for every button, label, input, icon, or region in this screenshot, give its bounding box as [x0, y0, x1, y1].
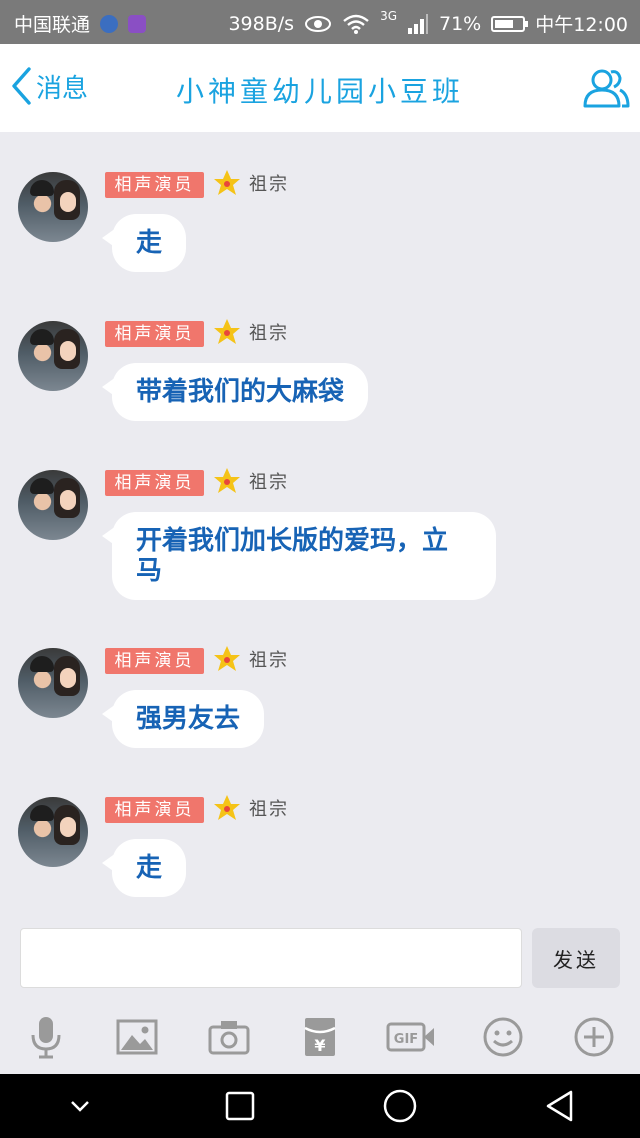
emoji-button[interactable]: [473, 1007, 533, 1067]
gif-icon: GIF: [386, 1022, 435, 1052]
voice-button[interactable]: [16, 1007, 76, 1067]
message-bubble[interactable]: 带着我们的大麻袋: [101, 363, 369, 421]
chevron-down-icon: [71, 1101, 89, 1112]
avatar[interactable]: [18, 470, 88, 540]
input-toolbar: ¥ GIF: [0, 1000, 640, 1074]
member-title-badge: 相声演员: [105, 648, 204, 674]
status-right: 398B/s 3G 71% 中午12:00: [228, 8, 628, 37]
chat-header: 消息 小神童幼儿园小豆班: [0, 44, 640, 132]
nav-home-button[interactable]: [370, 1076, 430, 1136]
battery-percent: 71%: [439, 12, 482, 35]
system-nav-bar: [0, 1074, 640, 1138]
plus-icon: [574, 1017, 614, 1057]
camera-icon: [208, 1021, 250, 1055]
star-icon: [214, 170, 240, 195]
group-members-button[interactable]: [582, 66, 630, 114]
avatar[interactable]: [18, 172, 88, 242]
sender-nickname: 祖宗: [249, 174, 289, 195]
avatar[interactable]: [18, 648, 88, 718]
message-list[interactable]: 相声演员 祖宗 走 相声演员 祖宗 带着我们的大麻袋 相声演员 祖宗 开着我们加…: [0, 132, 640, 922]
message-bubble[interactable]: 走: [101, 214, 187, 272]
input-row: 发送: [0, 922, 640, 1000]
status-left: 中国联通: [14, 10, 147, 37]
message-bubble[interactable]: 开着我们加长版的爱玛，立马: [102, 512, 496, 600]
star-icon: [214, 319, 240, 344]
eye-icon: [305, 15, 332, 32]
red-packet-icon: ¥: [304, 1018, 336, 1056]
member-title-badge: 相声演员: [105, 321, 204, 347]
message-bubble[interactable]: 走: [101, 839, 187, 897]
chat-title: 小神童幼儿园小豆班: [175, 75, 464, 108]
image-icon: [116, 1019, 158, 1055]
red-packet-button[interactable]: ¥: [290, 1007, 350, 1067]
app-notification-icon: [100, 14, 119, 33]
nav-back-button[interactable]: [530, 1076, 590, 1136]
people-icon: [583, 69, 630, 108]
star-icon: [214, 468, 240, 493]
carrier-label: 中国联通: [14, 14, 91, 36]
more-button[interactable]: [564, 1007, 624, 1067]
member-title-badge: 相声演员: [105, 172, 204, 198]
wifi-icon: [343, 14, 369, 34]
signal-icon: [408, 13, 428, 34]
star-icon: [214, 795, 240, 820]
network-speed: 398B/s: [228, 12, 295, 35]
battery-icon: [491, 15, 529, 32]
battery-fill: [495, 19, 514, 28]
nav-recents-button[interactable]: [210, 1076, 270, 1136]
send-button[interactable]: 发送: [532, 928, 620, 988]
sender-nickname: 祖宗: [249, 323, 289, 344]
message-input[interactable]: [20, 928, 522, 988]
gif-label: GIF: [394, 1032, 418, 1047]
gallery-notification-icon: [128, 14, 147, 33]
sender-nickname: 祖宗: [249, 650, 289, 671]
emoji-icon: [483, 1017, 523, 1057]
square-icon: [225, 1091, 255, 1121]
message-bubble[interactable]: 强男友去: [101, 690, 265, 748]
member-title-badge: 相声演员: [105, 797, 204, 823]
status-bar: 中国联通 398B/s 3G 71% 中午12:00: [0, 0, 640, 44]
camera-button[interactable]: [199, 1007, 259, 1067]
photo-button[interactable]: [107, 1007, 167, 1067]
sender-nickname: 祖宗: [249, 472, 289, 493]
gif-button[interactable]: GIF: [381, 1007, 441, 1067]
avatar[interactable]: [18, 321, 88, 391]
mic-icon: [31, 1017, 61, 1059]
clock: 中午12:00: [535, 14, 628, 36]
triangle-back-icon: [546, 1090, 573, 1122]
nav-hide-button[interactable]: [50, 1076, 110, 1136]
network-type: 3G: [380, 8, 397, 23]
avatar[interactable]: [18, 797, 88, 867]
sender-nickname: 祖宗: [249, 799, 289, 820]
member-title-badge: 相声演员: [105, 470, 204, 496]
red-packet-symbol: ¥: [314, 1036, 325, 1055]
star-icon: [214, 646, 240, 671]
circle-icon: [383, 1089, 417, 1123]
